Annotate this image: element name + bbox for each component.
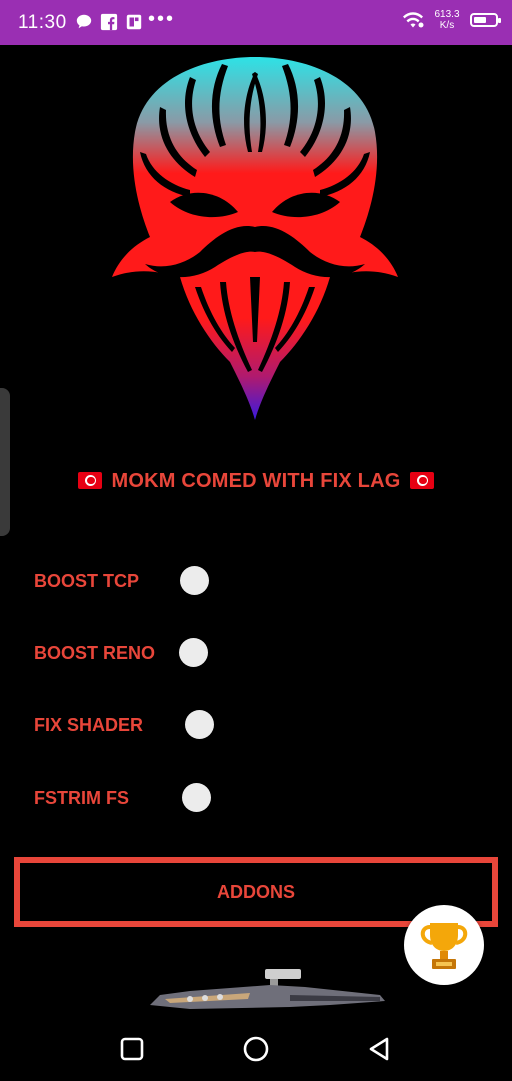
toggle-fix-shader[interactable]: FIX SHADER — [34, 710, 214, 740]
chat-bubble-icon — [76, 14, 92, 29]
navigation-bar — [0, 1018, 512, 1081]
app-headline: MOKM COMED WITH FIX LAG — [0, 470, 512, 493]
home-circle-icon[interactable] — [241, 1034, 271, 1064]
toggle-label: FIX SHADER — [34, 715, 144, 735]
network-speed-value: 613.3 — [434, 9, 460, 20]
trophy-fab-button[interactable] — [404, 905, 484, 985]
toggle-label: BOOST TCP — [34, 571, 140, 591]
mask-logo — [112, 57, 398, 420]
toggle-fstrim-fs[interactable]: FSTRIM FS — [34, 783, 214, 813]
status-right: 613.3 K/s — [402, 9, 501, 31]
weapon-image — [130, 969, 390, 1015]
tunisia-flag-icon — [410, 472, 435, 489]
battery-icon — [470, 13, 501, 27]
headline-text: MOKM COMED WITH FIX LAG — [111, 470, 401, 492]
battery-fill — [474, 17, 486, 23]
trophy-icon — [420, 923, 468, 969]
facebook-icon — [100, 13, 118, 31]
back-triangle-icon[interactable] — [365, 1034, 395, 1064]
status-bar: 11:30 ••• 613.3 K/s — [0, 0, 512, 45]
network-speed-unit: K/s — [439, 20, 455, 31]
toggle-knob[interactable] — [182, 783, 211, 812]
side-drawer-handle[interactable] — [0, 388, 10, 536]
toggle-boost-reno[interactable]: BOOST RENO — [34, 638, 214, 668]
addons-label: ADDONS — [216, 881, 295, 902]
toggle-label: FSTRIM FS — [34, 788, 129, 808]
tunisia-flag-icon — [77, 472, 102, 489]
toggle-label: BOOST RENO — [34, 643, 156, 663]
notification-icons — [75, 13, 143, 31]
document-app-icon — [126, 14, 142, 30]
toggle-knob[interactable] — [179, 638, 208, 667]
toggle-knob[interactable] — [180, 566, 209, 595]
wifi-icon — [403, 12, 424, 28]
network-speed: 613.3 K/s — [430, 9, 464, 31]
recents-square-icon[interactable] — [117, 1034, 147, 1064]
status-time: 11:30 — [18, 12, 67, 33]
toggle-knob[interactable] — [185, 710, 214, 739]
more-dots-icon: ••• — [148, 8, 176, 30]
toggle-boost-tcp[interactable]: BOOST TCP — [34, 566, 214, 596]
